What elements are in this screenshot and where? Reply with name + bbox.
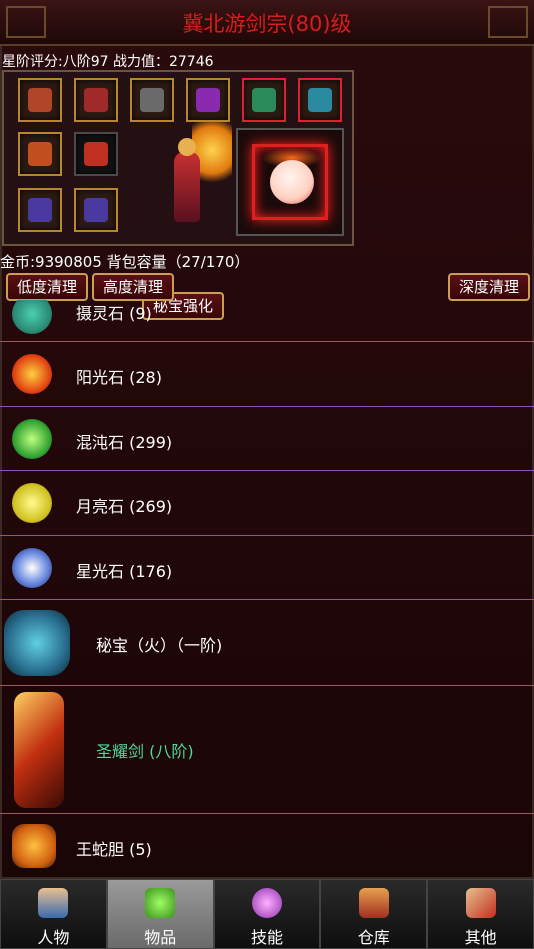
star-stone-icon [12,548,52,588]
low-clean-button[interactable]: 低度清理 [6,273,88,301]
equip-slot-amulet[interactable] [130,78,174,122]
tab-warehouse[interactable]: 仓库 [320,879,428,949]
tab-label: 技能 [250,928,283,947]
list-item[interactable]: 圣耀剑 (八阶) [0,686,534,814]
wing-icon [196,88,220,112]
deep-clean-button[interactable]: 深度清理 [448,273,530,301]
equip-slot-mount[interactable] [298,78,342,122]
tab-other[interactable]: 其他 [427,879,534,949]
belt-icon [84,198,108,222]
warehouse-icon [358,888,389,918]
equip-slot-boots[interactable] [18,188,62,232]
pet-icon [270,160,314,204]
snake-gall-icon [12,824,56,868]
equipment-panel: 秘宝强化 [2,70,354,320]
character-head [178,138,196,156]
bottom-nav: 人物 物品 技能 仓库 其他 [0,879,534,949]
tab-label: 仓库 [357,928,390,947]
tab-items[interactable]: 物品 [106,879,214,949]
amulet-icon [140,88,164,112]
equip-slot-helmet[interactable] [18,78,62,122]
tab-skills[interactable]: 技能 [213,879,321,949]
equip-slot-sword[interactable] [74,132,118,176]
equip-slot-ring[interactable] [242,78,286,122]
title-bar: 冀北游剑宗(80)级 [0,0,534,46]
inventory-list[interactable]: 摄灵石 (9) 阳光石 (28) 混沌石 (299) 月亮石 (269) 星光石… [0,300,534,878]
item-label: 阳光石 (28) [76,368,162,387]
character-body [174,152,200,222]
item-label: 摄灵石 (9) [76,304,152,323]
rating-and-power: 星阶评分:八阶97 战力值：27746 [2,54,214,70]
armor-icon [84,88,108,112]
high-clean-button[interactable]: 高度清理 [92,273,174,301]
mount-icon [308,88,332,112]
moon-stone-icon [12,483,52,523]
tab-label: 其他 [464,928,497,947]
list-item[interactable]: 摄灵石 (9) [0,300,534,342]
list-item[interactable]: 月亮石 (269) [0,471,534,536]
gold-and-bag-capacity: 金币:9390805 背包容量（27/170） [0,253,250,271]
sun-stone-icon [12,354,52,394]
helmet-icon [28,88,52,112]
equip-slot-armor[interactable] [74,78,118,122]
ring-icon [252,88,276,112]
chaos-stone-icon [12,419,52,459]
sword-icon [84,142,108,166]
list-item[interactable]: 星光石 (176) [0,536,534,600]
item-label: 星光石 (176) [76,562,173,581]
weapon-icon [28,142,52,166]
list-item[interactable]: 混沌石 (299) [0,407,534,471]
skill-orb-icon [251,888,282,918]
item-label: 秘宝（火）（一阶) [96,636,223,655]
list-item[interactable]: 秘宝（火）（一阶) [0,600,534,686]
soul-stone-icon [12,300,52,334]
holy-sword-icon [14,692,64,808]
tab-label: 物品 [144,928,177,947]
item-label: 王蛇胆 (5) [76,840,152,859]
tab-label: 人物 [37,928,70,947]
item-label: 圣耀剑 (八阶) [96,742,194,761]
potion-icon [145,888,176,918]
character-avatar[interactable] [152,122,242,232]
list-item[interactable]: 阳光石 (28) [0,342,534,407]
equip-slot-weapon[interactable] [18,132,62,176]
item-label: 混沌石 (299) [76,433,173,452]
character-icon [38,888,69,918]
boots-icon [28,198,52,222]
crossed-swords-icon [465,888,496,918]
list-item[interactable]: 王蛇胆 (5) [0,814,534,878]
equip-slot-belt[interactable] [74,188,118,232]
tab-character[interactable]: 人物 [0,879,107,949]
equip-slot-wing[interactable] [186,78,230,122]
pet-slot[interactable] [236,128,344,236]
page-title: 冀北游剑宗(80)级 [182,12,352,36]
item-label: 月亮石 (269) [76,497,173,516]
fire-treasure-dragon-icon [4,610,70,676]
